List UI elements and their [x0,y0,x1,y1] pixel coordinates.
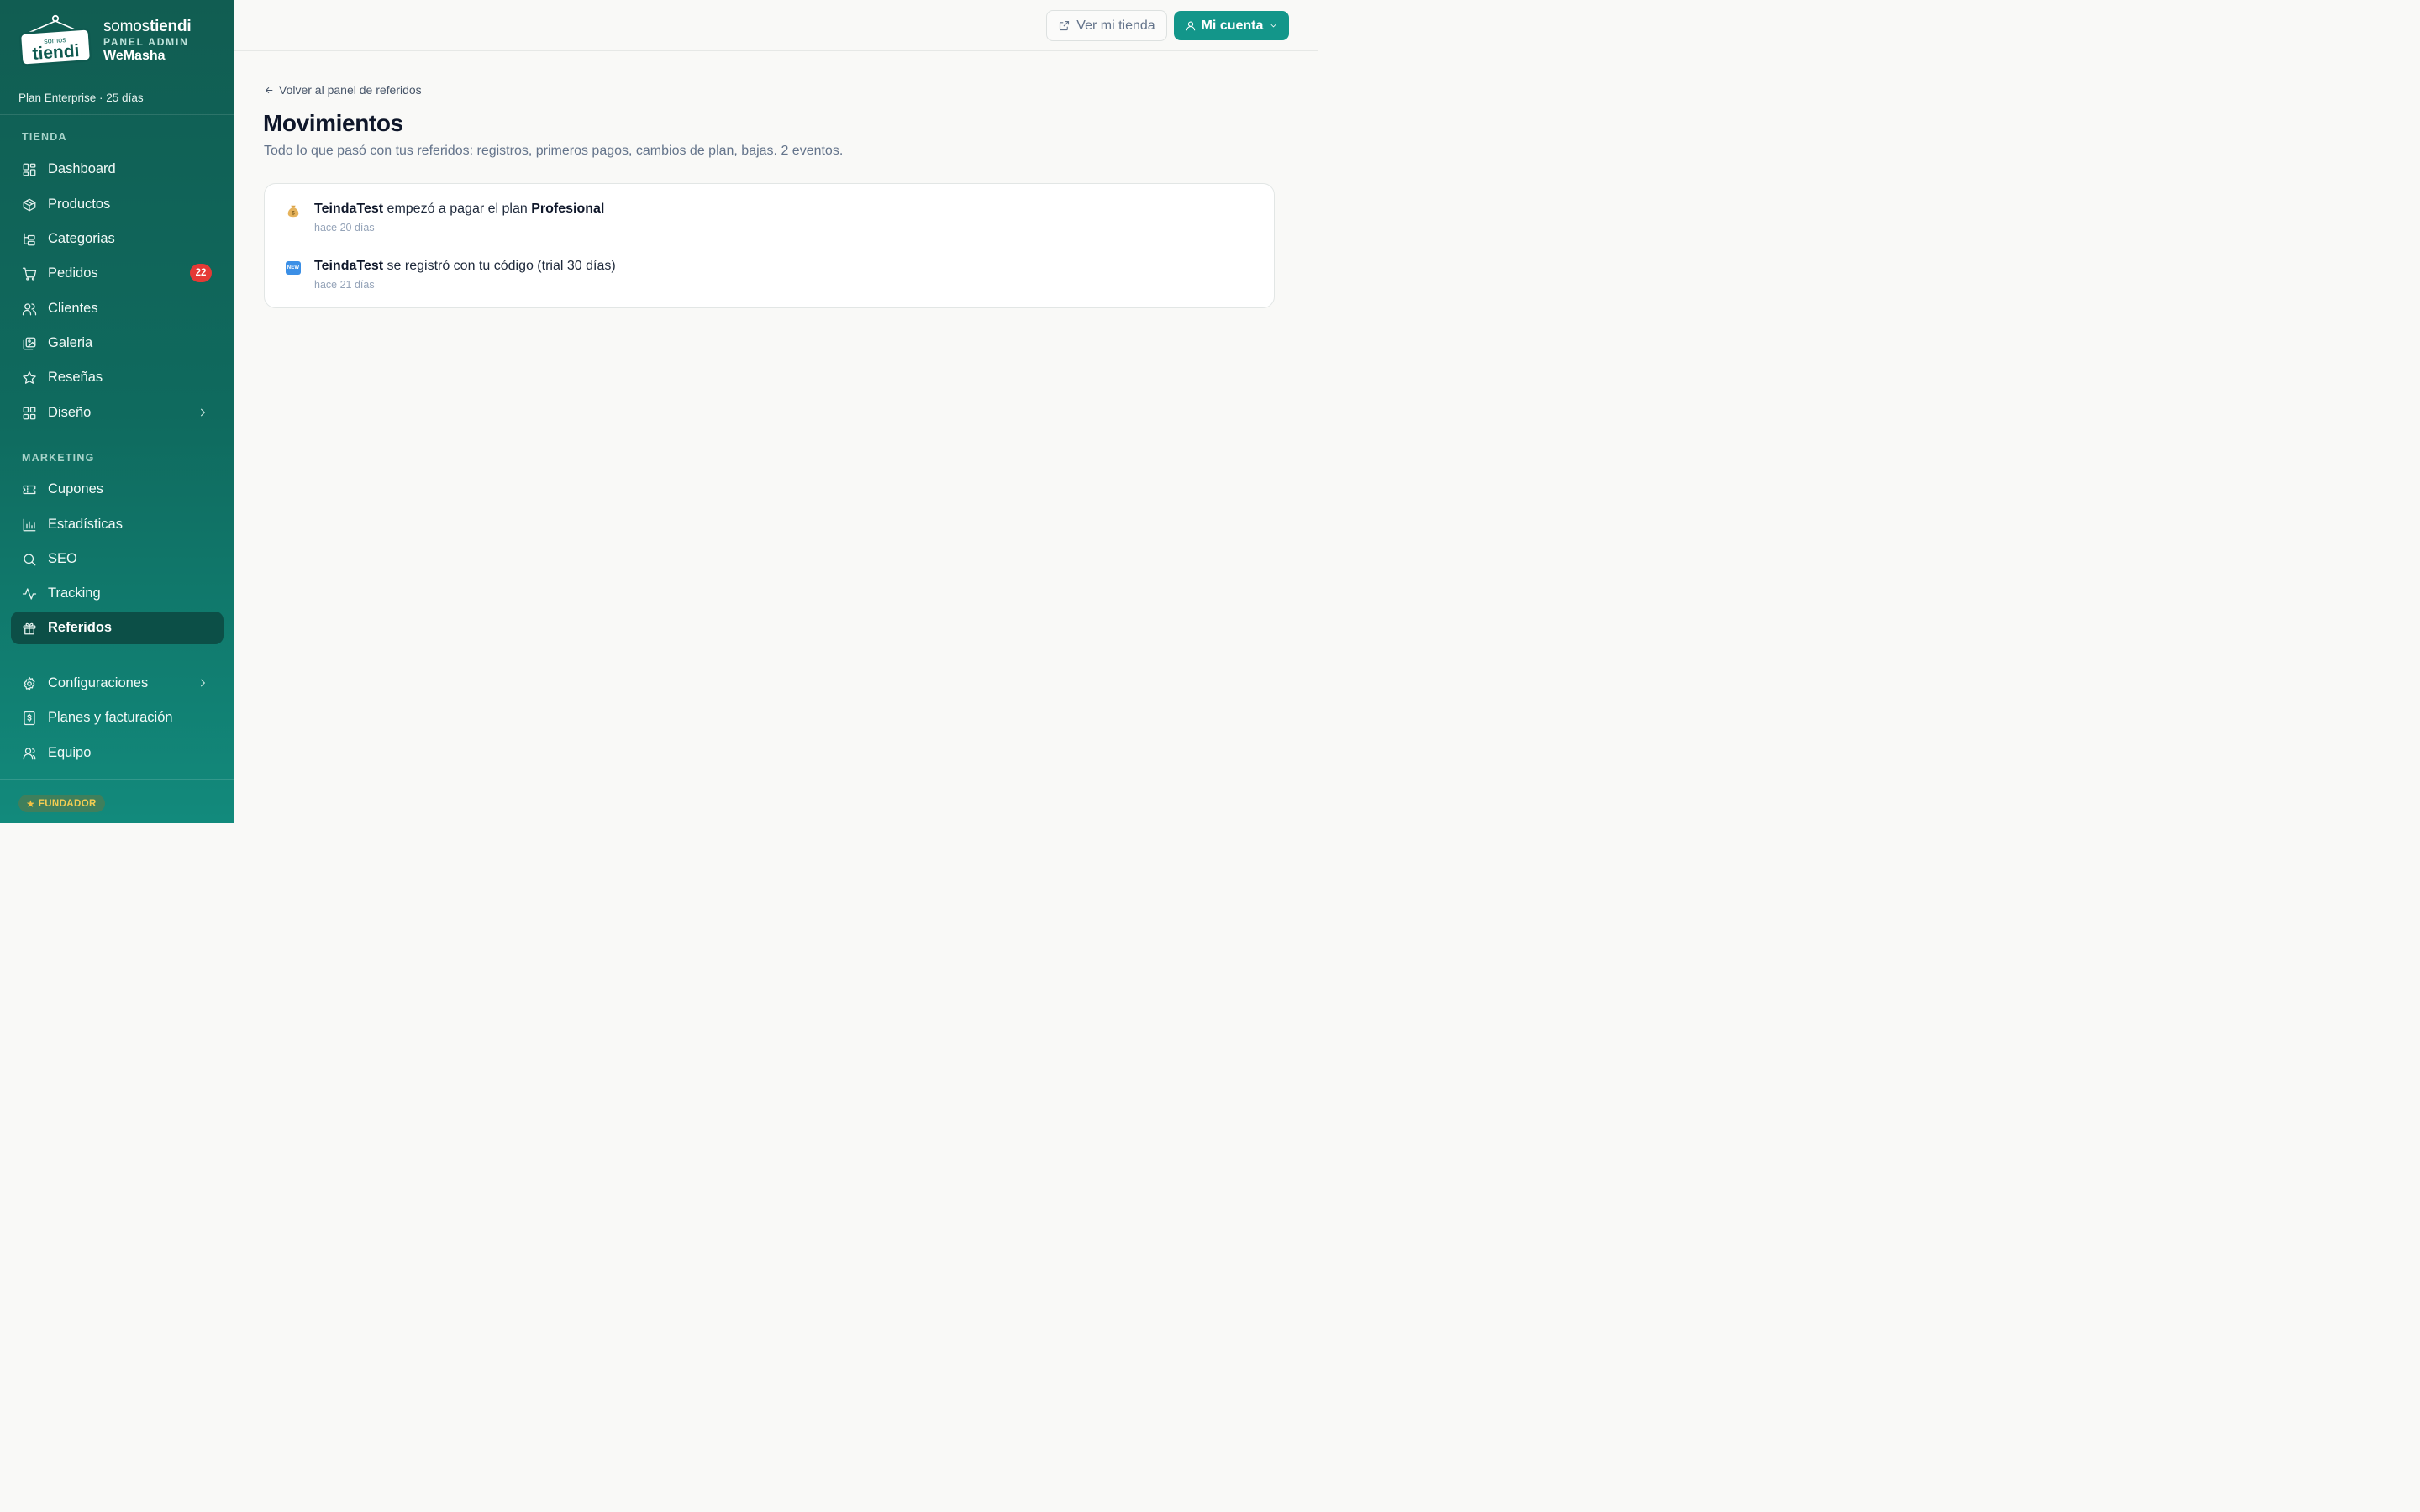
page-subtitle: Todo lo que pasó con tus referidos: regi… [264,144,844,158]
team-icon [22,746,37,761]
sidebar-item-label: Reseñas [48,370,103,385]
sidebar-item-label: Planes y facturación [48,710,173,725]
layout-icon [22,406,37,421]
invoice-icon [22,711,37,726]
sidebar-item-label: Clientes [48,301,98,316]
sidebar-item-label: Cupones [48,481,104,496]
sidebar-item-pedidos[interactable]: Pedidos 22 [11,257,224,290]
gallery-icon [22,336,37,351]
sidebar-item-diseno[interactable]: Diseño [11,396,224,429]
sidebar-item-label: Tracking [48,585,101,601]
sidebar-item-tracking[interactable]: Tracking [11,577,224,610]
category-tree-icon [22,232,37,247]
sidebar-item-planes[interactable]: Planes y facturación [11,701,224,734]
event-time: hace 20 días [314,222,375,234]
page-title: Movimientos [263,110,403,136]
cart-icon [22,266,37,281]
plan-status: Plan Enterprise · 25 días [0,81,234,115]
star-icon [22,370,37,386]
sidebar-item-label: Dashboard [48,161,116,176]
users-icon [22,302,37,317]
sidebar-item-galeria[interactable]: Galeria [11,327,224,360]
event-time: hace 21 días [314,279,375,291]
sidebar-item-label: Configuraciones [48,675,149,690]
sidebar-divider [0,779,234,780]
money-bag-icon: $ [285,202,302,219]
gift-icon [22,621,37,636]
event-text: TeindaTest se registró con tu código (tr… [314,259,616,273]
arrow-left-icon [266,87,273,93]
sidebar-item-referidos[interactable]: Referidos [11,612,224,644]
sidebar-item-clientes[interactable]: Clientes [11,292,224,325]
sidebar-item-label: Categorias [48,231,115,246]
store-name: WeMasha [103,48,166,63]
section-title-marketing: MARKETING [22,452,95,464]
user-icon [1186,21,1195,30]
sidebar-item-label: Galeria [48,335,93,350]
sidebar-item-label: SEO [48,551,77,566]
external-link-icon [1060,20,1070,31]
events-card: $ TeindaTest empezó a pagar el plan Prof… [264,183,1275,308]
svg-text:tiendi: tiendi [32,41,80,64]
sidebar-item-seo[interactable]: SEO [11,543,224,575]
ticket-icon [22,482,37,497]
search-icon [22,552,37,567]
activity-icon [22,586,37,601]
back-to-referrals-link[interactable]: Volver al panel de referidos [264,83,422,97]
sidebar-item-label: Estadísticas [48,517,123,532]
account-menu-button[interactable]: Mi cuenta [1174,11,1289,40]
sidebar: somos tiendi somostiendi PANEL ADMIN WeM… [0,0,234,823]
sidebar-item-categorias[interactable]: Categorias [11,223,224,255]
sidebar-item-resenas[interactable]: Reseñas [11,361,224,394]
sidebar-item-label: Referidos [48,620,113,635]
sidebar-item-label: Diseño [48,405,92,420]
chevron-right-icon [197,677,208,689]
panel-label: PANEL ADMIN [103,35,189,48]
event-text: TeindaTest empezó a pagar el plan Profes… [314,202,605,216]
somostiendi-logo[interactable]: somos tiendi [18,14,92,66]
view-store-button[interactable]: Ver mi tienda [1046,10,1167,41]
brand-name: somostiendi [103,17,192,35]
svg-text:$: $ [292,211,295,217]
dashboard-icon [22,162,37,177]
topbar: Ver mi tienda Mi cuenta [234,0,1318,51]
sidebar-item-dashboard[interactable]: Dashboard [11,153,224,186]
sidebar-item-configuraciones[interactable]: Configuraciones [11,667,224,700]
chevron-down-icon [1270,24,1276,28]
section-title-tienda: TIENDA [22,131,67,143]
founder-badge: ★ FUNDADOR [18,795,105,812]
star-icon: ★ [26,797,35,810]
gear-icon [22,676,37,691]
sidebar-item-label: Productos [48,197,111,212]
sidebar-item-equipo[interactable]: Equipo [11,737,224,769]
sidebar-item-cupones[interactable]: Cupones [11,473,224,506]
new-badge-icon: NEW [285,260,302,276]
sidebar-item-productos[interactable]: Productos [11,188,224,221]
orders-count-badge: 22 [190,264,212,282]
chevron-right-icon [197,407,208,418]
sidebar-item-label: Pedidos [48,265,98,281]
sidebar-item-estadisticas[interactable]: Estadísticas [11,508,224,541]
brand-header: somos tiendi somostiendi PANEL ADMIN WeM… [0,0,234,81]
bar-chart-icon [22,517,37,533]
box-icon [22,197,37,213]
sidebar-item-label: Equipo [48,745,92,760]
